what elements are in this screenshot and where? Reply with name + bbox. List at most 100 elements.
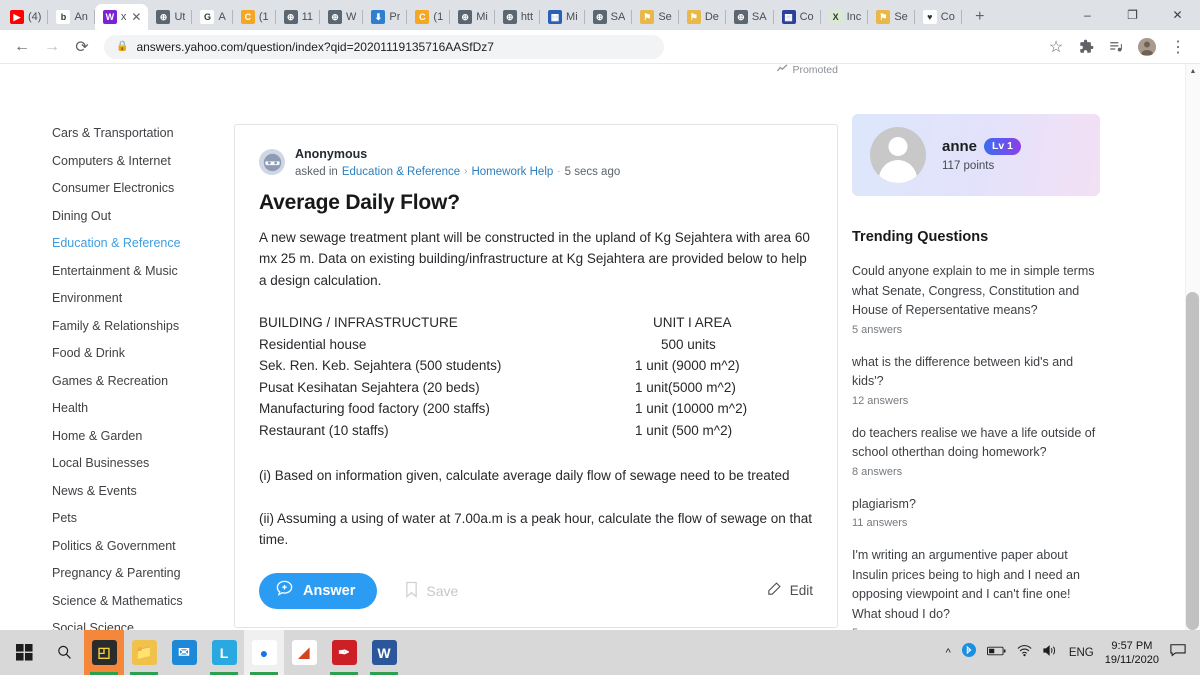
taskbar-chrome-icon[interactable]: ●	[244, 630, 284, 675]
sidebar-item-local-businesses[interactable]: Local Businesses	[52, 450, 232, 478]
trending-question-answer-count: 11 answers	[852, 517, 908, 529]
browser-tab[interactable]: ⊕ SA	[585, 4, 633, 30]
bluetooth-icon[interactable]	[961, 643, 976, 662]
extensions-icon[interactable]	[1072, 33, 1100, 61]
browser-tab[interactable]: ♥ Co	[915, 4, 962, 30]
sidebar-item-news-events[interactable]: News & Events	[52, 478, 232, 506]
right-sidebar: anne Lv 1 117 points Trending Questions …	[852, 64, 1152, 630]
user-profile-card[interactable]: anne Lv 1 117 points	[852, 114, 1100, 196]
save-button[interactable]: Save	[405, 581, 458, 601]
sidebar-item-cars-transportation[interactable]: Cars & Transportation	[52, 120, 232, 148]
bookmark-star-icon[interactable]: ☆	[1042, 33, 1070, 61]
browser-tab[interactable]: ⊕ W	[320, 4, 364, 30]
question-subcategory-link[interactable]: Homework Help	[471, 166, 553, 178]
answer-button[interactable]: Answer	[259, 572, 378, 609]
question-body: A new sewage treatment plant will be con…	[259, 229, 810, 288]
browser-tab[interactable]: ⊕ Ut	[148, 4, 193, 30]
sidebar-item-science-mathematics[interactable]: Science & Mathematics	[52, 588, 232, 616]
trending-question-item[interactable]: Could anyone explain to me in simple ter…	[852, 262, 1100, 336]
browser-tab[interactable]: ▶ (4)	[2, 4, 49, 30]
browser-tab[interactable]: ⬇ Pr	[363, 4, 408, 30]
browser-tab[interactable]: ⚑ Se	[632, 4, 680, 30]
browser-tab[interactable]: ▦ Co	[774, 4, 821, 30]
browser-tab[interactable]: GA	[192, 4, 234, 30]
notifications-icon[interactable]	[1170, 643, 1186, 662]
scroll-up-arrow-icon[interactable]: ▲	[1186, 64, 1200, 79]
table-cell-unit-area: 1 unit (9000 m^2)	[635, 358, 740, 374]
new-tab-button[interactable]: +	[966, 4, 994, 30]
browser-tab[interactable]: ⚑ De	[679, 4, 726, 30]
chrome-profile-avatar[interactable]	[1138, 37, 1156, 56]
back-button[interactable]: ←	[8, 33, 36, 61]
sidebar-item-pregnancy-parenting[interactable]: Pregnancy & Parenting	[52, 560, 232, 588]
page-scrollbar[interactable]: ▲	[1185, 64, 1200, 630]
browser-tab[interactable]: X Inc	[821, 4, 869, 30]
question-category-link[interactable]: Education & Reference	[342, 166, 460, 178]
browser-tab[interactable]: ▦ Mi	[540, 4, 585, 30]
table-cell-unit-area: 1 unit (10000 m^2)	[635, 401, 748, 417]
edit-button[interactable]: Edit	[765, 581, 813, 601]
sidebar-item-dining-out[interactable]: Dining Out	[52, 203, 232, 231]
browser-tab[interactable]: ⊕ SA	[726, 4, 774, 30]
table-cell-unit-area: 500 units	[661, 336, 716, 352]
trending-question-item[interactable]: I'm writing an argumentive paper about I…	[852, 546, 1100, 630]
sidebar-item-education-reference[interactable]: Education & Reference	[52, 230, 232, 258]
start-button[interactable]	[4, 630, 44, 675]
tab-close-icon[interactable]: ✕	[131, 11, 141, 23]
language-indicator[interactable]: ENG	[1069, 647, 1094, 659]
trending-question-item[interactable]: plagiarism? 11 answers	[852, 495, 1100, 530]
table-header-row: BUILDING / INFRASTRUCTURE UNIT I AREA	[259, 312, 813, 334]
sidebar-item-games-recreation[interactable]: Games & Recreation	[52, 368, 232, 396]
close-window-button[interactable]: ✕	[1155, 0, 1200, 30]
sidebar-item-pets[interactable]: Pets	[52, 505, 232, 533]
maximize-restore-button[interactable]: ❐	[1110, 0, 1155, 30]
sidebar-item-food-drink[interactable]: Food & Drink	[52, 340, 232, 368]
sidebar-item-environment[interactable]: Environment	[52, 285, 232, 313]
sidebar-item-consumer-electronics[interactable]: Consumer Electronics	[52, 175, 232, 203]
browser-tab[interactable]: ⚑ Se	[868, 4, 916, 30]
reload-button[interactable]: ⟳	[68, 33, 96, 61]
scrollbar-thumb[interactable]	[1186, 292, 1199, 630]
browser-menu-icon[interactable]: ⋮	[1164, 33, 1192, 61]
browser-tab[interactable]: C (1	[233, 4, 276, 30]
taskbar-sticky-notes-icon[interactable]: ◰	[84, 630, 124, 675]
taskbar-file-explorer-icon[interactable]: 📁	[124, 630, 164, 675]
sidebar-item-computers-internet[interactable]: Computers & Internet	[52, 148, 232, 176]
table-cell-unit-area: 1 unit(5000 m^2)	[635, 379, 736, 395]
sidebar-item-family-relationships[interactable]: Family & Relationships	[52, 313, 232, 341]
sidebar-item-social-science[interactable]: Social Science	[52, 615, 232, 630]
taskbar-word-icon[interactable]: W	[364, 630, 404, 675]
taskbar-search-icon[interactable]	[44, 630, 84, 675]
browser-tab[interactable]: Wx ✕	[94, 4, 149, 30]
taskbar-adobe-reader-icon[interactable]: ✒	[324, 630, 364, 675]
media-control-icon[interactable]	[1102, 33, 1130, 61]
asked-in-label: asked in	[295, 165, 338, 178]
minimize-button[interactable]: –	[1065, 0, 1110, 30]
battery-icon[interactable]	[986, 644, 1006, 662]
trending-question-item[interactable]: what is the difference between kid's and…	[852, 353, 1100, 407]
browser-tab[interactable]: C (1	[407, 4, 450, 30]
taskbar-matlab-icon[interactable]: ◢	[284, 630, 324, 675]
sidebar-item-politics-government[interactable]: Politics & Government	[52, 533, 232, 561]
taskbar-lotus-l-icon[interactable]: L	[204, 630, 244, 675]
taskbar-apps: ◰ 📁 ✉ L ● ◢ ✒ W	[84, 630, 404, 675]
browser-tab[interactable]: b An	[48, 4, 96, 30]
taskbar-clock[interactable]: 9:57 PM 19/11/2020	[1105, 639, 1159, 667]
trending-question-text: plagiarism?	[852, 496, 916, 511]
user-level-badge: Lv 1	[984, 138, 1022, 155]
taskbar-mail-icon[interactable]: ✉	[164, 630, 204, 675]
browser-tab[interactable]: ⊕ htt	[495, 4, 541, 30]
wifi-icon[interactable]	[1017, 644, 1032, 662]
answer-button-label: Answer	[303, 582, 356, 599]
trending-question-item[interactable]: do teachers realise we have a life outsi…	[852, 424, 1100, 478]
sidebar-item-health[interactable]: Health	[52, 395, 232, 423]
browser-tab[interactable]: ⊕ Mi	[450, 4, 495, 30]
browser-tab[interactable]: ⊕ 11	[276, 4, 321, 30]
question-timestamp: 5 secs ago	[564, 165, 621, 178]
volume-icon[interactable]	[1043, 644, 1058, 662]
address-bar[interactable]: 🔒 answers.yahoo.com/question/index?qid=2…	[104, 34, 664, 59]
sidebar-item-home-garden[interactable]: Home & Garden	[52, 423, 232, 451]
sidebar-item-entertainment-music[interactable]: Entertainment & Music	[52, 258, 232, 286]
tray-expand-chevron-icon[interactable]: ^	[946, 647, 951, 659]
forward-button[interactable]: →	[38, 33, 66, 61]
